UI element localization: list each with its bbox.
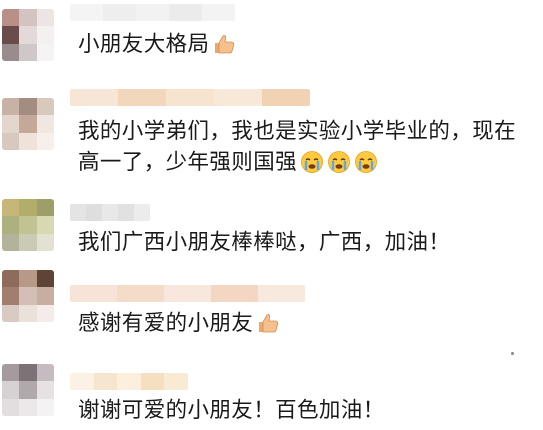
avatar-mosaic-cell xyxy=(36,381,54,399)
avatar-mosaic-cell xyxy=(2,304,20,322)
avatar-mosaic-cell xyxy=(19,43,37,61)
avatar-mosaic-cell xyxy=(36,26,54,44)
username-mosaic-cell xyxy=(70,204,86,221)
username-mosaic-cell xyxy=(164,373,188,390)
comment-body: 我们广西小朋友棒棒哒，广西，加油！ xyxy=(78,230,451,255)
username-mosaic-cell xyxy=(262,89,310,106)
avatar[interactable] xyxy=(2,9,54,61)
avatar-mosaic-cell xyxy=(36,199,54,217)
username-mosaic-cell xyxy=(136,4,169,21)
avatar-mosaic-cell xyxy=(19,9,37,27)
avatar-mosaic-cell xyxy=(19,233,37,251)
avatar[interactable] xyxy=(2,199,54,251)
avatar-mosaic-cell xyxy=(36,364,54,382)
crying-face-icon xyxy=(354,150,378,174)
comment-text: 我们广西小朋友棒棒哒，广西，加油！ xyxy=(78,227,538,258)
avatar[interactable] xyxy=(2,270,54,322)
avatar-mosaic-cell xyxy=(36,9,54,27)
avatar-mosaic-cell xyxy=(19,98,37,116)
username-mosaic-cell xyxy=(166,89,214,106)
avatar-mosaic-cell xyxy=(36,43,54,61)
comment-line: 高一了，少年强则国强 xyxy=(78,150,298,175)
comment-text: 小朋友大格局 xyxy=(78,29,538,60)
username-mosaic-cell xyxy=(140,373,165,390)
avatar-mosaic-cell xyxy=(19,26,37,44)
avatar-mosaic-cell xyxy=(36,216,54,234)
avatar-mosaic-cell xyxy=(19,216,37,234)
divider-dot xyxy=(511,352,514,355)
comment-text: 我的小学弟们，我也是实验小学毕业的，现在 高一了，少年强则国强 xyxy=(78,116,538,178)
username-mosaic-cell xyxy=(103,4,136,21)
avatar-mosaic-cell xyxy=(19,115,37,133)
avatar-mosaic-cell xyxy=(36,132,54,150)
comment-line: 我的小学弟们，我也是实验小学毕业的，现在 xyxy=(78,119,517,144)
crying-face-icon xyxy=(300,150,324,174)
avatar-mosaic-cell xyxy=(19,398,37,416)
avatar-mosaic-cell xyxy=(2,216,20,234)
avatar-mosaic-cell xyxy=(2,381,20,399)
comment-body: 小朋友大格局 xyxy=(78,32,210,57)
avatar-mosaic-cell xyxy=(19,381,37,399)
avatar-mosaic-cell xyxy=(19,364,37,382)
avatar-mosaic-cell xyxy=(2,233,20,251)
avatar-mosaic-cell xyxy=(2,43,20,61)
avatar-mosaic-cell xyxy=(36,287,54,305)
avatar-mosaic-cell xyxy=(36,270,54,288)
username-mosaic-cell xyxy=(202,4,235,21)
username-mosaic-cell xyxy=(70,285,117,302)
username-mosaic-cell xyxy=(93,373,118,390)
username-mosaic-cell xyxy=(118,204,134,221)
username-mosaic-cell xyxy=(86,204,102,221)
avatar-mosaic-cell xyxy=(19,304,37,322)
username-blurred[interactable] xyxy=(70,373,188,390)
avatar-mosaic-cell xyxy=(19,287,37,305)
thumbs-up-icon xyxy=(212,32,236,56)
username-blurred[interactable] xyxy=(70,4,235,21)
username-mosaic-cell xyxy=(70,4,103,21)
avatar-mosaic-cell xyxy=(36,98,54,116)
username-mosaic-cell xyxy=(70,373,94,390)
avatar-mosaic-cell xyxy=(2,398,20,416)
avatar-mosaic-cell xyxy=(2,115,20,133)
username-blurred[interactable] xyxy=(70,285,305,302)
username-mosaic-cell xyxy=(169,4,202,21)
username-mosaic-cell xyxy=(258,285,305,302)
avatar[interactable] xyxy=(2,364,54,416)
comment-body: 感谢有爱的小朋友 xyxy=(78,311,254,336)
avatar-mosaic-cell xyxy=(19,199,37,217)
avatar-mosaic-cell xyxy=(2,26,20,44)
thumbs-up-icon xyxy=(256,311,280,335)
username-mosaic-cell xyxy=(118,89,166,106)
username-mosaic-cell xyxy=(102,204,118,221)
comment-line-with-emoji: 高一了，少年强则国强 xyxy=(78,147,538,178)
username-mosaic-cell xyxy=(70,89,118,106)
avatar-mosaic-cell xyxy=(36,115,54,133)
avatar-mosaic-cell xyxy=(36,398,54,416)
comment-body: 谢谢可爱的小朋友！百色加油！ xyxy=(78,398,385,423)
avatar-mosaic-cell xyxy=(19,270,37,288)
avatar[interactable] xyxy=(2,98,54,150)
avatar-mosaic-cell xyxy=(2,132,20,150)
username-mosaic-cell xyxy=(214,89,262,106)
avatar-mosaic-cell xyxy=(36,304,54,322)
avatar-mosaic-cell xyxy=(19,132,37,150)
username-mosaic-cell xyxy=(117,285,164,302)
username-blurred[interactable] xyxy=(70,89,310,106)
avatar-mosaic-cell xyxy=(2,287,20,305)
comment-text: 谢谢可爱的小朋友！百色加油！ xyxy=(78,395,538,426)
avatar-mosaic-cell xyxy=(2,199,20,217)
avatar-mosaic-cell xyxy=(2,270,20,288)
crying-face-icon xyxy=(327,150,351,174)
avatar-mosaic-cell xyxy=(2,9,20,27)
username-mosaic-cell xyxy=(164,285,211,302)
username-mosaic-cell xyxy=(211,285,258,302)
username-mosaic-cell xyxy=(134,204,150,221)
avatar-mosaic-cell xyxy=(36,233,54,251)
avatar-mosaic-cell xyxy=(2,98,20,116)
username-blurred[interactable] xyxy=(70,204,150,221)
comment-feed: 小朋友大格局 我的小学弟们，我也是实验小学毕业的，现在 高一了，少年强则国强 我… xyxy=(0,0,543,430)
username-mosaic-cell xyxy=(117,373,141,390)
comment-text: 感谢有爱的小朋友 xyxy=(78,308,538,339)
avatar-mosaic-cell xyxy=(2,364,20,382)
